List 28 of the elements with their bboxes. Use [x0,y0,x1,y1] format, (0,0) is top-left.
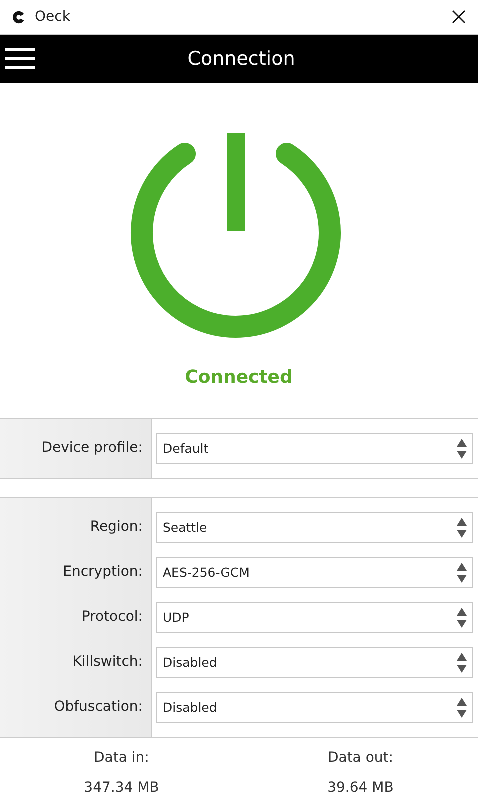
connection-status: Connected [185,367,293,388]
spinner-arrows-icon [456,516,468,538]
traffic-value: 347.34 MB [84,780,160,796]
select-field[interactable]: Disabled [156,647,473,678]
window-title: Oeck [35,9,72,25]
select-field[interactable]: Disabled [156,692,473,723]
field-label: Protocol: [82,608,144,627]
app-logo-icon [12,10,27,24]
header-title: Connection [188,48,296,70]
select-field[interactable]: Seattle [156,512,473,543]
traffic-label: Data in: [94,750,150,766]
spinner-arrows-icon [456,696,468,718]
traffic-label: Data out: [328,750,394,766]
close-icon[interactable] [452,10,466,24]
field-label: Region: [90,518,144,537]
spinner-arrows-icon [456,606,468,628]
traffic-value: 39.64 MB [328,780,394,796]
field-label: Encryption: [63,563,144,582]
field-label: Obfuscation: [54,698,144,717]
spinner-arrows-icon [456,652,468,674]
select-field[interactable]: AES-256-GCM [156,557,473,588]
spinner-arrows-icon [456,562,468,584]
select-field[interactable]: Default [156,433,473,464]
spinner-arrows-icon [456,438,468,460]
field-label: Device profile: [42,439,144,458]
select-field[interactable]: UDP [156,602,473,633]
menu-icon[interactable] [5,48,35,70]
field-label: Killswitch: [72,653,144,672]
